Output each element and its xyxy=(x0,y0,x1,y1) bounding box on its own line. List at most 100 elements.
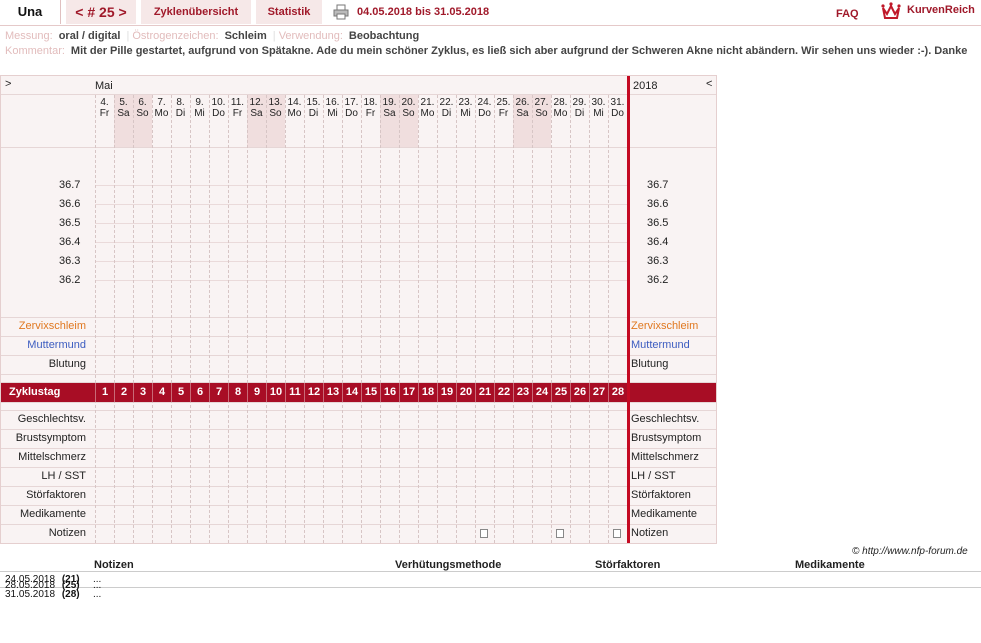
year-label: 2018 xyxy=(633,80,658,92)
day-grid-line xyxy=(266,95,267,543)
row-2-right: Brustsymptom xyxy=(631,432,702,444)
temp-label-left: 36.6 xyxy=(59,198,81,210)
row-7-left: Notizen xyxy=(48,527,86,539)
col-medication: Medikamente xyxy=(795,559,865,571)
row-cervix-left: Muttermund xyxy=(27,339,86,351)
cycle-selector[interactable]: < # 25 > xyxy=(66,0,136,24)
day-number: 30. xyxy=(591,97,606,108)
day-header: 18. Fr xyxy=(361,97,380,119)
day-header: 28. Mo xyxy=(551,97,570,119)
row-bleeding-right: Blutung xyxy=(631,358,669,370)
day-number: 19. xyxy=(382,97,397,108)
day-header: 23. Mi xyxy=(456,97,475,119)
estrogen-label: Östrogenzeichen: xyxy=(132,30,219,42)
day-grid-line xyxy=(361,95,362,543)
day-grid-line xyxy=(380,95,381,543)
day-header: 22. Di xyxy=(437,97,456,119)
weekday: Do xyxy=(345,108,358,119)
weekday: Di xyxy=(175,108,186,119)
weekday: Sa xyxy=(117,108,130,119)
cycle-day-number: 23 xyxy=(513,383,532,402)
day-number: 20. xyxy=(401,97,416,108)
day-header: 6. So xyxy=(133,97,152,119)
comment-value: Mit der Pille gestartet, aufgrund von Sp… xyxy=(70,45,968,57)
date-range: 04.05.2018 bis 31.05.2018 xyxy=(357,6,490,18)
weekday: Mo xyxy=(287,108,302,119)
cycle-day-number: 26 xyxy=(570,383,589,402)
day-number: 5. xyxy=(119,97,128,108)
day-grid-line xyxy=(399,95,400,543)
col-contraception: Verhütungsmethode xyxy=(395,559,502,571)
weekday: Sa xyxy=(250,108,263,119)
faq-link[interactable]: FAQ xyxy=(836,8,859,20)
day-grid-line xyxy=(608,95,609,543)
day-header: 7. Mo xyxy=(152,97,171,119)
cycle-day-number: 10 xyxy=(266,383,285,402)
day-header: 21. Mo xyxy=(418,97,437,119)
temp-label-right: 36.4 xyxy=(647,236,669,248)
weekday: Fr xyxy=(498,108,509,119)
usage-label: Verwendung: xyxy=(278,30,343,42)
day-header: 24. Do xyxy=(475,97,494,119)
cycle-day-number: 1 xyxy=(95,383,114,402)
day-number: 28. xyxy=(553,97,568,108)
day-grid-line xyxy=(247,95,248,543)
note-icon[interactable] xyxy=(480,529,488,538)
day-number: 7. xyxy=(157,97,166,108)
copyright: © http://www.nfp-forum.de xyxy=(852,546,968,557)
divider xyxy=(0,571,981,572)
note-icon[interactable] xyxy=(556,529,564,538)
col-notes: Notizen xyxy=(94,559,134,571)
day-number: 8. xyxy=(176,97,185,108)
day-number: 25. xyxy=(496,97,511,108)
nav-next-button[interactable]: < xyxy=(706,78,712,90)
cycle-day-number: 3 xyxy=(133,383,152,402)
weekday: Mi xyxy=(194,108,205,119)
day-header: 25. Fr xyxy=(494,97,513,119)
crown-logo-icon[interactable] xyxy=(881,2,901,20)
day-header: 10. Do xyxy=(209,97,228,119)
printer-icon[interactable] xyxy=(333,4,349,20)
weekday: Sa xyxy=(383,108,396,119)
nav-prev-button[interactable]: > xyxy=(5,78,11,90)
day-grid-line xyxy=(475,95,476,543)
day-grid-line xyxy=(190,95,191,543)
weekday: Do xyxy=(611,108,624,119)
estrogen-value: Schleim xyxy=(224,30,267,42)
weekday: Mo xyxy=(553,108,568,119)
weekday: Mo xyxy=(154,108,169,119)
day-header: 20. So xyxy=(399,97,418,119)
weekday: Mi xyxy=(593,108,604,119)
day-grid-line xyxy=(323,95,324,543)
weekday: Mi xyxy=(460,108,471,119)
day-number: 10. xyxy=(211,97,226,108)
day-number: 12. xyxy=(249,97,264,108)
measurement-label: Messung: xyxy=(5,30,53,42)
tab-cycle-overview[interactable]: Zyklenübersicht xyxy=(141,0,251,24)
temp-label-right: 36.6 xyxy=(647,198,669,210)
temp-label-left: 36.5 xyxy=(59,217,81,229)
tab-statistics[interactable]: Statistik xyxy=(256,0,322,24)
day-grid-line xyxy=(437,95,438,543)
cycle-day-number: 12 xyxy=(304,383,323,402)
day-header: 29. Di xyxy=(570,97,589,119)
day-grid-line xyxy=(114,95,115,543)
cycle-day-number: 14 xyxy=(342,383,361,402)
day-grid-line xyxy=(532,95,533,543)
note-row[interactable]: 31.05.2018 (28)... xyxy=(5,589,101,600)
row-4-right: LH / SST xyxy=(631,470,676,482)
day-header: 12. Sa xyxy=(247,97,266,119)
weekday: Sa xyxy=(516,108,529,119)
cycle-day-number: 24 xyxy=(532,383,551,402)
logo-text[interactable]: KurvenReich xyxy=(907,4,975,16)
usage-value: Beobachtung xyxy=(348,30,420,42)
row-4-left: LH / SST xyxy=(41,470,86,482)
col-disturbances: Störfaktoren xyxy=(595,559,661,571)
meta-line: Messung: oral / digital | Östrogenzeichen:… xyxy=(5,30,425,42)
temp-label-right: 36.2 xyxy=(647,274,669,286)
weekday: Fr xyxy=(365,108,376,119)
weekday: So xyxy=(136,108,149,119)
day-grid-line xyxy=(152,95,153,543)
note-icon[interactable] xyxy=(613,529,621,538)
day-header: 13. So xyxy=(266,97,285,119)
